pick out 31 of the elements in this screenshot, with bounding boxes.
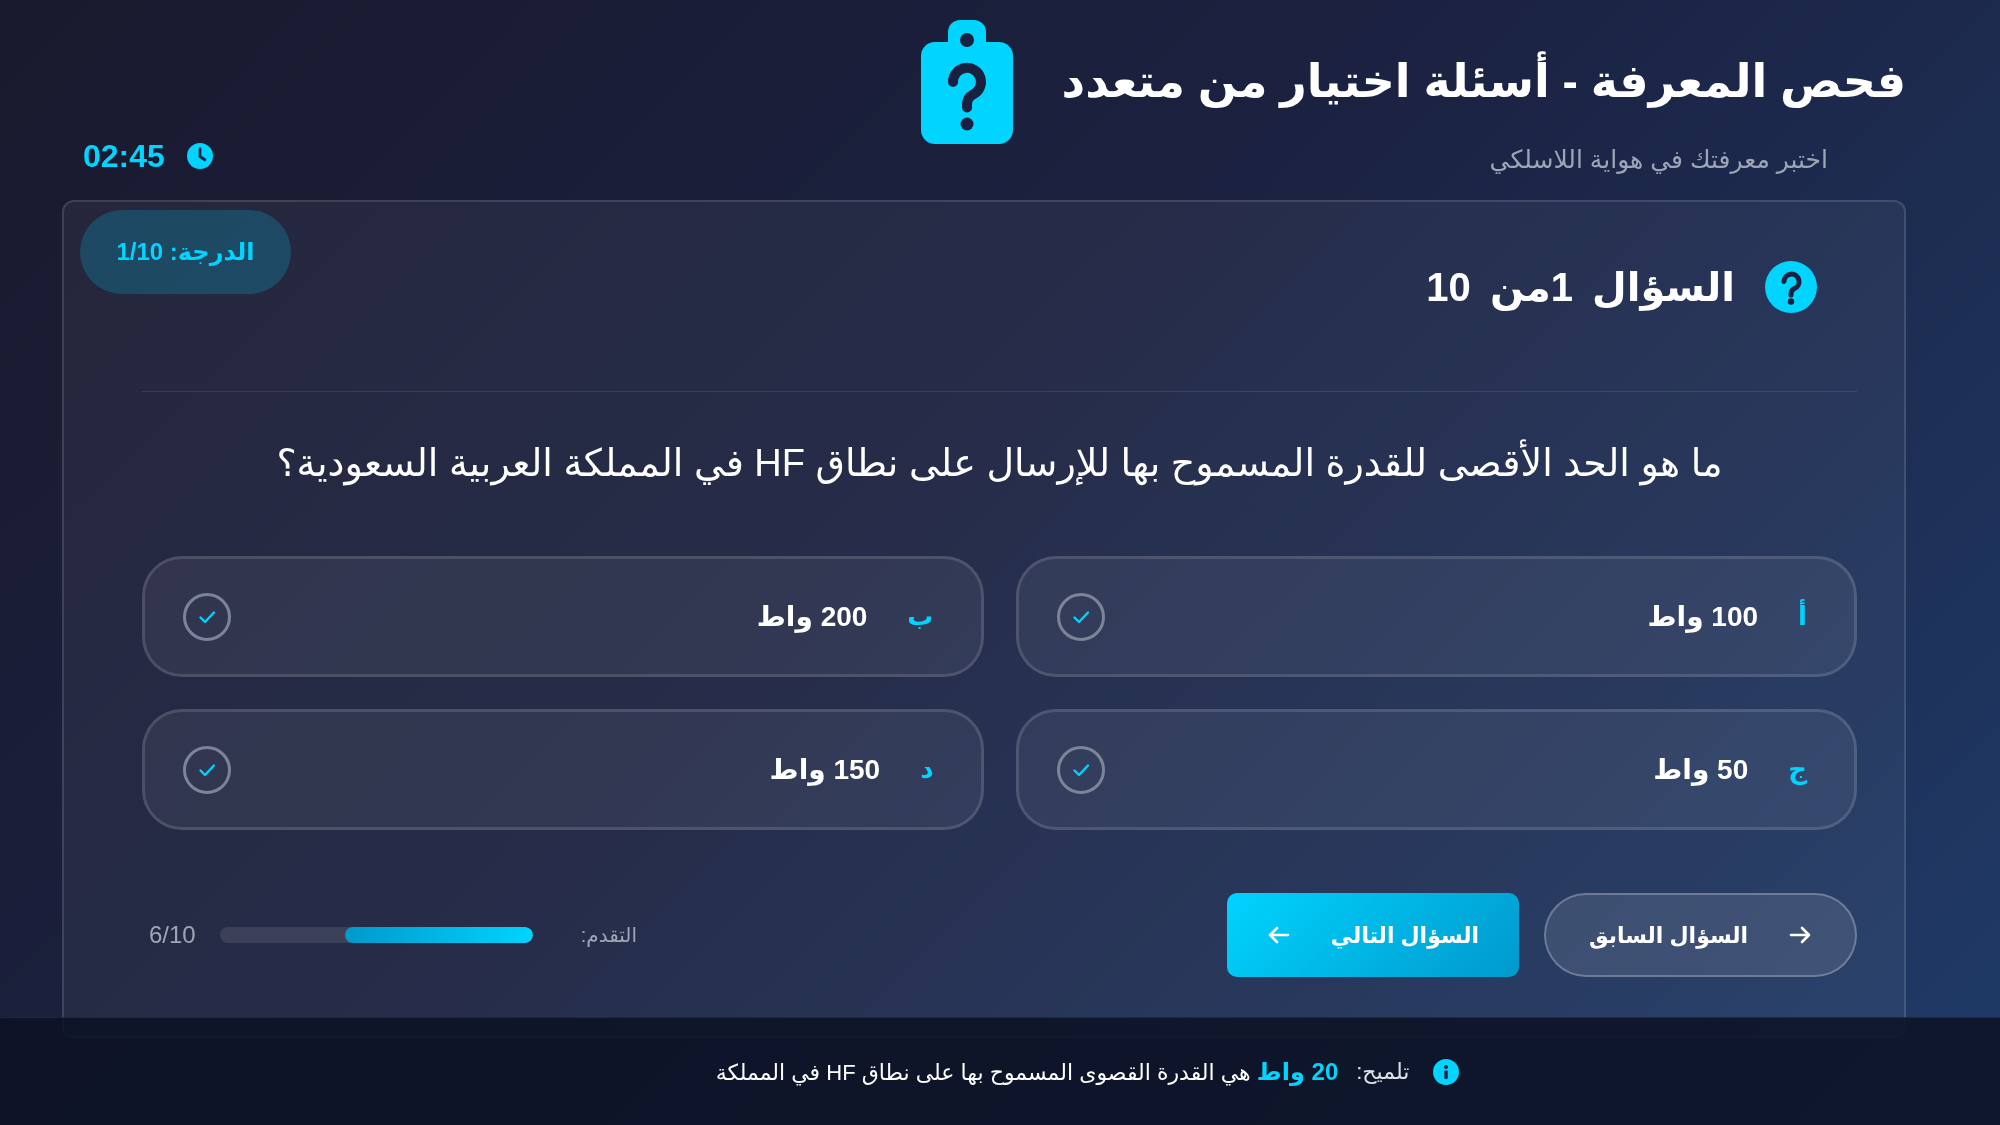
clipboard-question-icon: [920, 20, 1013, 144]
info-icon: [1433, 1058, 1460, 1085]
option-letter: ج: [1788, 753, 1807, 787]
hint-text: 20 واط هي القدرة القصوى المسموح بها على نطاق HF في المملكة: [715, 1056, 1339, 1088]
page-subtitle: اختبر معرفتك في هواية اللاسلكي: [1488, 144, 1828, 174]
option-letter: د: [920, 753, 934, 786]
answer-option[interactable]: ج 50 واط: [1015, 709, 1857, 830]
question-circle-icon: [1765, 261, 1817, 313]
question-text: ما هو الحد الأقصى للقدرة المسموح بها للإرسال على نطاق HF في المملكة العربية السعودية؟: [142, 432, 1857, 494]
question-counter: السؤال 1من 10: [1426, 264, 1735, 311]
option-text: 100 واط: [1647, 599, 1759, 635]
progress-count: 6/10: [149, 920, 196, 950]
score-pill: الدرجة: 1/10: [80, 210, 291, 294]
answer-option[interactable]: أ 100 واط: [1015, 556, 1857, 677]
check-circle-icon: [1056, 592, 1105, 641]
option-text: 150 واط: [769, 752, 881, 788]
check-circle-icon: [183, 592, 231, 641]
option-letter: ب: [907, 600, 934, 633]
hint-label: تلميح:: [1356, 1058, 1410, 1086]
previous-button[interactable]: السؤال السابق: [1544, 893, 1857, 977]
check-circle-icon: [1056, 745, 1105, 794]
option-text: 50 واط: [1653, 752, 1749, 788]
option-text: 200 واط: [756, 599, 868, 635]
check-circle-icon: [183, 745, 231, 794]
page-title: فحص المعرفة - أسئلة اختيار من متعدد: [1061, 53, 1906, 111]
answer-option[interactable]: د 150 واط: [142, 709, 984, 830]
progress-label: التقدم:: [580, 923, 637, 949]
option-letter: أ: [1798, 598, 1807, 633]
answer-option[interactable]: ب 200 واط: [142, 556, 984, 677]
clock-icon: [186, 143, 213, 170]
timer-text: 02:45: [83, 138, 165, 174]
